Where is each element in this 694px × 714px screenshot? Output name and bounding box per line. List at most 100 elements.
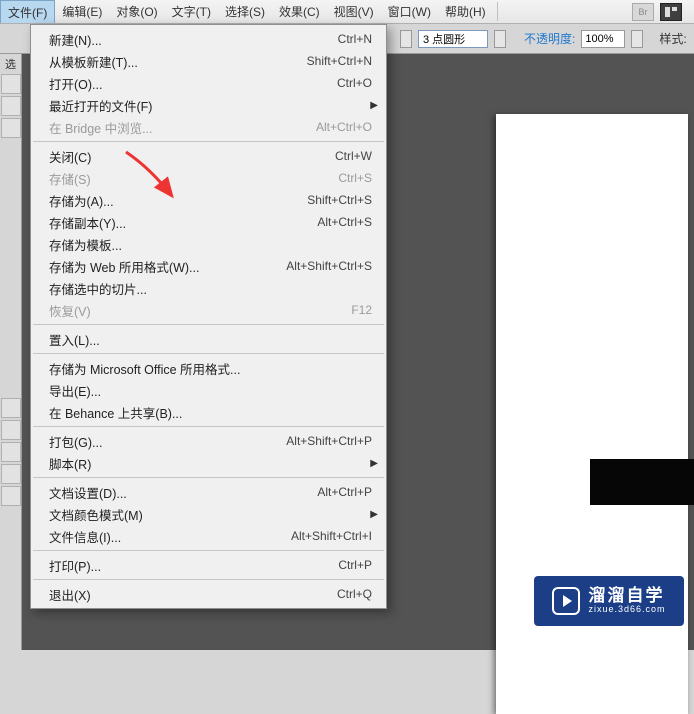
opacity-dropdown[interactable] xyxy=(631,30,643,48)
menu-item-shortcut: Ctrl+O xyxy=(337,76,372,90)
chevron-right-icon: ▶ xyxy=(370,509,378,520)
menu-type[interactable]: 文字(T) xyxy=(165,0,218,23)
menu-item-shortcut: Shift+Ctrl+N xyxy=(307,54,372,68)
menu-separator xyxy=(33,579,384,580)
menu-help[interactable]: 帮助(H) xyxy=(438,0,493,23)
menu-object[interactable]: 对象(O) xyxy=(109,0,164,23)
menu-separator xyxy=(33,324,384,325)
menu-item[interactable]: 新建(N)...Ctrl+N xyxy=(31,28,386,50)
menu-item[interactable]: 文档设置(D)...Alt+Ctrl+P xyxy=(31,481,386,503)
left-panel-strip: 选 xyxy=(0,54,22,650)
menu-item-shortcut: Alt+Shift+Ctrl+S xyxy=(286,259,372,273)
menu-item-label: 导出(E)... xyxy=(49,381,372,400)
menu-item[interactable]: 存储副本(Y)...Alt+Ctrl+S xyxy=(31,211,386,233)
menu-item-shortcut: F12 xyxy=(351,303,372,317)
menu-item-label: 从模板新建(T)... xyxy=(49,52,307,71)
menu-item-shortcut: Ctrl+W xyxy=(335,149,372,163)
black-rectangle-object[interactable] xyxy=(590,459,694,505)
menu-item[interactable]: 在 Behance 上共享(B)... xyxy=(31,401,386,423)
menu-item-label: 恢复(V) xyxy=(49,301,351,320)
menu-item[interactable]: 存储为模板... xyxy=(31,233,386,255)
menu-item-shortcut: Alt+Shift+Ctrl+I xyxy=(291,529,372,543)
left-tool-7[interactable] xyxy=(1,464,21,484)
menu-item-label: 退出(X) xyxy=(49,585,337,604)
menu-item-label: 新建(N)... xyxy=(49,30,338,49)
left-tool-5[interactable] xyxy=(1,420,21,440)
left-tool-4[interactable] xyxy=(1,398,21,418)
menu-item-label: 存储为模板... xyxy=(49,235,372,254)
stroke-profile-input[interactable] xyxy=(418,30,488,48)
menu-item-shortcut: Ctrl+S xyxy=(338,171,372,185)
menu-item-shortcut: Alt+Ctrl+P xyxy=(317,485,372,499)
left-tool-8[interactable] xyxy=(1,486,21,506)
watermark-logo: 溜溜自学 zixue.3d66.com xyxy=(534,576,684,626)
menu-item[interactable]: 打印(P)...Ctrl+P xyxy=(31,554,386,576)
menu-item[interactable]: 关闭(C)Ctrl+W xyxy=(31,145,386,167)
menu-item-label: 脚本(R) xyxy=(49,454,372,473)
menu-item[interactable]: 存储为 Web 所用格式(W)...Alt+Shift+Ctrl+S xyxy=(31,255,386,277)
chevron-right-icon: ▶ xyxy=(370,458,378,469)
menu-item: 恢复(V)F12 xyxy=(31,299,386,321)
menu-separator xyxy=(33,477,384,478)
menu-item: 在 Bridge 中浏览...Alt+Ctrl+O xyxy=(31,116,386,138)
menu-item-shortcut: Alt+Ctrl+S xyxy=(317,215,372,229)
menu-item-label: 关闭(C) xyxy=(49,147,335,166)
watermark-title: 溜溜自学 xyxy=(588,587,665,606)
menu-item-shortcut: Alt+Ctrl+O xyxy=(316,120,372,134)
menu-item-label: 存储为 Web 所用格式(W)... xyxy=(49,257,286,276)
menu-item-label: 在 Bridge 中浏览... xyxy=(49,118,316,137)
left-tool-2[interactable] xyxy=(1,96,21,116)
bridge-icon[interactable]: Br xyxy=(632,3,654,21)
menu-item[interactable]: 打开(O)...Ctrl+O xyxy=(31,72,386,94)
menu-window[interactable]: 窗口(W) xyxy=(381,0,438,23)
menu-item-label: 文档设置(D)... xyxy=(49,483,317,502)
menu-item-shortcut: Ctrl+P xyxy=(338,558,372,572)
menu-item-label: 存储为 Microsoft Office 所用格式... xyxy=(49,359,372,378)
left-tool-6[interactable] xyxy=(1,442,21,462)
menu-item[interactable]: 打包(G)...Alt+Shift+Ctrl+P xyxy=(31,430,386,452)
menu-item[interactable]: 文件信息(I)...Alt+Shift+Ctrl+I xyxy=(31,525,386,547)
menu-item[interactable]: 退出(X)Ctrl+Q xyxy=(31,583,386,605)
menu-separator xyxy=(33,550,384,551)
menu-item-label: 最近打开的文件(F) xyxy=(49,96,372,115)
stroke-spinner[interactable] xyxy=(400,30,412,48)
menu-item[interactable]: 最近打开的文件(F)▶ xyxy=(31,94,386,116)
menu-select[interactable]: 选择(S) xyxy=(218,0,272,23)
opacity-input[interactable] xyxy=(581,30,625,48)
menu-separator xyxy=(33,353,384,354)
watermark-url: zixue.3d66.com xyxy=(588,605,665,615)
menu-separator xyxy=(33,426,384,427)
style-label: 样式: xyxy=(659,30,686,47)
menu-item-label: 置入(L)... xyxy=(49,330,372,349)
menu-item[interactable]: 脚本(R)▶ xyxy=(31,452,386,474)
menu-item[interactable]: 置入(L)... xyxy=(31,328,386,350)
menu-item-shortcut: Shift+Ctrl+S xyxy=(307,193,372,207)
arrange-docs-icon[interactable] xyxy=(660,3,682,21)
menu-item[interactable]: 从模板新建(T)...Shift+Ctrl+N xyxy=(31,50,386,72)
menu-item-label: 打印(P)... xyxy=(49,556,338,575)
menu-effect[interactable]: 效果(C) xyxy=(272,0,327,23)
play-icon xyxy=(552,587,580,615)
left-tool-1[interactable] xyxy=(1,74,21,94)
menu-item-label: 文档颜色模式(M) xyxy=(49,505,372,524)
menu-separator xyxy=(33,141,384,142)
menu-item-label: 打包(G)... xyxy=(49,432,286,451)
left-tool-3[interactable] xyxy=(1,118,21,138)
menu-item-label: 存储(S) xyxy=(49,169,338,188)
menu-item[interactable]: 文档颜色模式(M)▶ xyxy=(31,503,386,525)
menubar: 文件(F) 编辑(E) 对象(O) 文字(T) 选择(S) 效果(C) 视图(V… xyxy=(0,0,694,24)
menu-item[interactable]: 存储为 Microsoft Office 所用格式... xyxy=(31,357,386,379)
menu-item[interactable]: 导出(E)... xyxy=(31,379,386,401)
menu-edit[interactable]: 编辑(E) xyxy=(55,0,109,23)
menu-item-label: 在 Behance 上共享(B)... xyxy=(49,403,372,422)
opacity-label: 不透明度: xyxy=(524,30,575,47)
stroke-dropdown[interactable] xyxy=(494,30,506,48)
menu-item-label: 文件信息(I)... xyxy=(49,527,291,546)
menu-item[interactable]: 存储为(A)...Shift+Ctrl+S xyxy=(31,189,386,211)
menu-item-label: 打开(O)... xyxy=(49,74,337,93)
menu-item: 存储(S)Ctrl+S xyxy=(31,167,386,189)
menu-item-shortcut: Ctrl+N xyxy=(338,32,372,46)
menu-item[interactable]: 存储选中的切片... xyxy=(31,277,386,299)
menu-view[interactable]: 视图(V) xyxy=(327,0,381,23)
menu-file[interactable]: 文件(F) xyxy=(0,0,55,23)
